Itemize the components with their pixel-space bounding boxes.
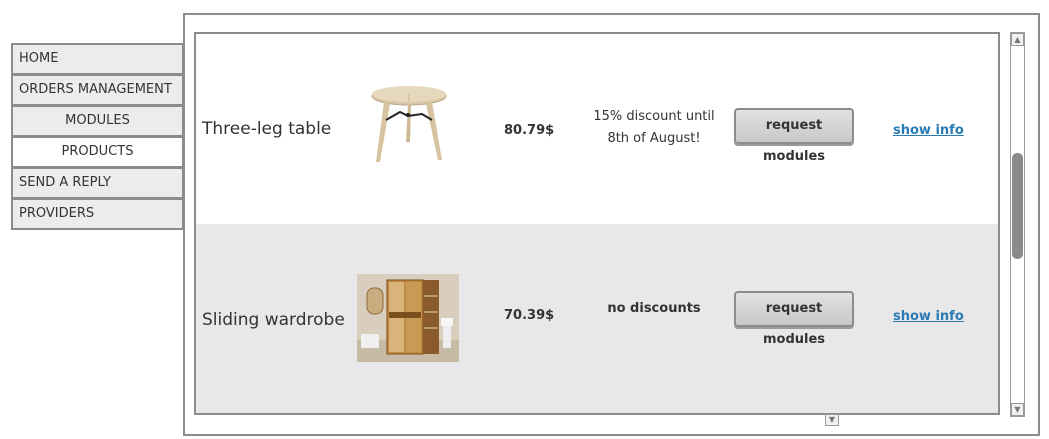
product-name: Sliding wardrobe: [202, 310, 345, 330]
nav-item-products[interactable]: PRODUCTS: [11, 136, 184, 168]
scroll-down-icon[interactable]: ▼: [1011, 403, 1024, 416]
nav-item-providers[interactable]: PROVIDERS: [11, 198, 184, 230]
product-price: 80.79$: [504, 123, 555, 138]
show-info-link[interactable]: show info: [893, 123, 964, 138]
discount-line-1: 15% discount until: [593, 109, 715, 124]
product-discount: no discounts: [607, 301, 701, 316]
product-name: Three-leg table: [202, 119, 332, 139]
product-list: Three-leg table 80.79$ 15% discount unti…: [194, 32, 1000, 415]
round-table-image: [371, 86, 447, 162]
request-modules-button[interactable]: request modules: [734, 108, 854, 164]
wardrobe-image: [357, 274, 459, 362]
vertical-scrollbar[interactable]: ▲ ▼: [1010, 32, 1025, 417]
side-nav: HOME ORDERS MANAGEMENT MODULES PRODUCTS …: [11, 43, 184, 230]
nav-item-home[interactable]: HOME: [11, 43, 184, 75]
nav-item-orders-management[interactable]: ORDERS MANAGEMENT: [11, 74, 184, 106]
discount-line-2: 8th of August!: [607, 131, 701, 146]
product-price: 70.39$: [504, 308, 555, 323]
nav-item-modules[interactable]: MODULES: [11, 105, 184, 137]
product-row: Sliding wardrobe 70.39$ no discounts req…: [196, 224, 998, 413]
product-row: Three-leg table 80.79$ 15% discount unti…: [196, 34, 998, 224]
scroll-down-icon[interactable]: ▼: [825, 414, 839, 426]
request-modules-button[interactable]: request modules: [734, 291, 854, 347]
scrollbar-thumb[interactable]: [1012, 153, 1023, 259]
nav-item-send-a-reply[interactable]: SEND A REPLY: [11, 167, 184, 199]
product-discount: 15% discount until 8th of August!: [584, 106, 724, 150]
show-info-link[interactable]: show info: [893, 309, 964, 324]
scroll-up-icon[interactable]: ▲: [1011, 33, 1024, 46]
